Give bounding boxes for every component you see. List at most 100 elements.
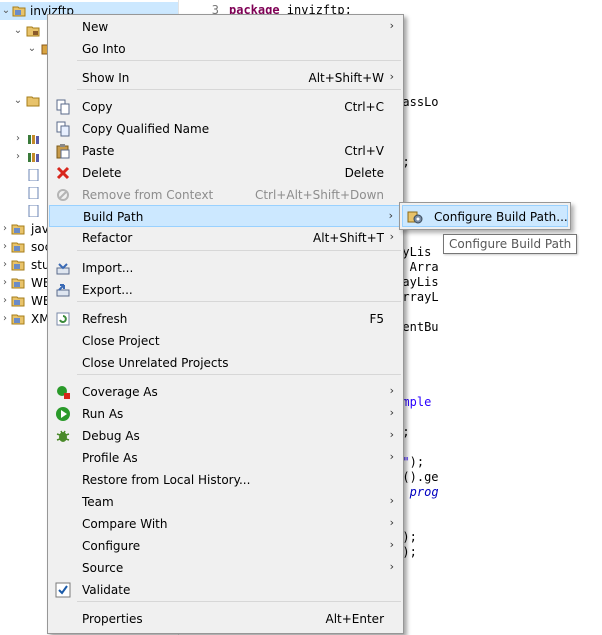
submenu-arrow-icon: › bbox=[389, 70, 394, 83]
menu-separator bbox=[77, 60, 401, 61]
import-icon bbox=[56, 263, 70, 275]
menu-item-label: Delete bbox=[82, 166, 122, 180]
menu-item-compare-with[interactable]: Compare With › bbox=[49, 513, 402, 535]
menu-item-team[interactable]: Team › bbox=[49, 491, 402, 513]
menu-item-source[interactable]: Source › bbox=[49, 557, 402, 579]
submenu-arrow-icon: › bbox=[389, 450, 394, 463]
menu-item-label: Show In bbox=[82, 71, 130, 85]
tooltip: Configure Build Path bbox=[443, 234, 578, 254]
code-token: Arra bbox=[402, 260, 439, 274]
menu-item-label: Coverage As bbox=[82, 385, 158, 399]
submenu-arrow-icon: › bbox=[389, 19, 394, 32]
menu-item-profile-as[interactable]: Profile As › bbox=[49, 447, 402, 469]
project-icon bbox=[11, 260, 25, 271]
menu-item-show-in[interactable]: Show In Alt+Shift+W › bbox=[49, 67, 402, 89]
menu-item-shortcut: Delete bbox=[344, 166, 384, 180]
expand-arrow-icon[interactable]: › bbox=[0, 256, 10, 274]
collapse-arrow-icon[interactable]: ⌄ bbox=[1, 2, 11, 20]
menu-item-label: Copy bbox=[82, 100, 113, 114]
library-icon bbox=[28, 135, 39, 144]
menu-item-shortcut: F5 bbox=[369, 312, 384, 326]
menu-item-restore-from-local-history[interactable]: Restore from Local History... bbox=[49, 469, 402, 491]
menu-item-configure[interactable]: Configure › bbox=[49, 535, 402, 557]
copy-icon bbox=[56, 99, 70, 115]
remove-context-icon bbox=[57, 189, 69, 201]
menu-item-remove-from-context[interactable]: Remove from Context Ctrl+Alt+Shift+Down bbox=[49, 184, 402, 206]
java-project-icon bbox=[12, 6, 26, 17]
menu-item-debug-as[interactable]: Debug As › bbox=[49, 425, 402, 447]
submenu-arrow-icon: › bbox=[389, 560, 394, 573]
delete-icon bbox=[56, 166, 70, 180]
submenu-arrow-icon: › bbox=[389, 538, 394, 551]
configure-build-path-label: Configure Build Path... bbox=[434, 210, 568, 224]
menu-item-shortcut: Ctrl+V bbox=[344, 144, 384, 158]
menu-item-label: Debug As bbox=[82, 429, 140, 443]
menu-item-paste[interactable]: Paste Ctrl+V bbox=[49, 140, 402, 162]
submenu-arrow-icon: › bbox=[389, 406, 394, 419]
project-icon bbox=[11, 278, 25, 289]
build-path-submenu: Configure Build Path... bbox=[399, 202, 571, 230]
context-menu: New › Go Into Show In Alt+Shift+W › Copy Ctrl+C… bbox=[47, 14, 404, 634]
collapse-arrow-icon[interactable]: ⌄ bbox=[13, 22, 23, 40]
menu-item-import[interactable]: Import... bbox=[49, 257, 402, 279]
menu-item-properties[interactable]: Properties Alt+Enter bbox=[49, 608, 402, 630]
menu-item-close-unrelated-projects[interactable]: Close Unrelated Projects bbox=[49, 352, 402, 374]
menu-separator bbox=[77, 250, 401, 251]
file-icon bbox=[28, 187, 39, 199]
expand-arrow-icon[interactable]: › bbox=[13, 148, 23, 166]
menu-item-label: Refactor bbox=[82, 231, 133, 245]
menu-item-run-as[interactable]: Run As › bbox=[49, 403, 402, 425]
menu-item-copy-qualified-name[interactable]: Copy Qualified Name bbox=[49, 118, 402, 140]
collapse-arrow-icon[interactable]: ⌄ bbox=[13, 92, 23, 110]
menu-item-shortcut: Ctrl+Alt+Shift+Down bbox=[254, 188, 384, 202]
expand-arrow-icon[interactable]: › bbox=[0, 220, 10, 238]
menu-item-build-path[interactable]: Build Path › bbox=[49, 205, 402, 227]
expand-arrow-icon[interactable]: › bbox=[0, 310, 10, 328]
menu-item-label: Restore from Local History... bbox=[82, 473, 251, 487]
paste-icon bbox=[56, 144, 70, 159]
menu-item-label: Configure bbox=[82, 539, 141, 553]
project-icon bbox=[11, 242, 25, 253]
collapse-arrow-icon[interactable]: ⌄ bbox=[27, 40, 37, 58]
menu-item-label: Source bbox=[82, 561, 124, 575]
menu-item-export[interactable]: Export... bbox=[49, 279, 402, 301]
run-icon bbox=[56, 407, 70, 421]
menu-item-refresh[interactable]: Refresh F5 bbox=[49, 308, 402, 330]
menu-item-coverage-as[interactable]: Coverage As › bbox=[49, 381, 402, 403]
submenu-arrow-icon: › bbox=[389, 230, 394, 243]
menu-item-close-project[interactable]: Close Project bbox=[49, 330, 402, 352]
menu-item-shortcut: Alt+Shift+W bbox=[308, 71, 385, 85]
project-icon bbox=[11, 224, 25, 235]
menu-item-label: Close Unrelated Projects bbox=[82, 356, 229, 370]
expand-arrow-icon[interactable]: › bbox=[0, 274, 10, 292]
menu-item-label: Import... bbox=[82, 261, 134, 275]
expand-arrow-icon[interactable]: › bbox=[0, 238, 10, 256]
submenu-arrow-icon: › bbox=[388, 209, 393, 222]
menu-item-new[interactable]: New › bbox=[49, 16, 402, 38]
configure-build-path-item[interactable]: Configure Build Path... bbox=[402, 205, 568, 227]
menu-item-shortcut: Alt+Enter bbox=[325, 612, 384, 626]
menu-separator bbox=[77, 89, 401, 90]
code-token: ); bbox=[409, 455, 425, 469]
menu-item-shortcut: Alt+Shift+T bbox=[313, 231, 384, 245]
expand-arrow-icon[interactable]: › bbox=[0, 292, 10, 310]
menu-item-copy[interactable]: Copy Ctrl+C bbox=[49, 96, 402, 118]
menu-item-label: Close Project bbox=[82, 334, 160, 348]
menu-item-label: Remove from Context bbox=[82, 188, 214, 202]
menu-item-go-into[interactable]: Go Into bbox=[49, 38, 402, 60]
coverage-icon bbox=[57, 386, 70, 399]
menu-item-label: Export... bbox=[82, 283, 133, 297]
expand-arrow-icon[interactable]: › bbox=[13, 130, 23, 148]
menu-item-label: Profile As bbox=[82, 451, 138, 465]
copy-qualified-icon bbox=[56, 121, 70, 137]
library-icon bbox=[28, 153, 39, 162]
export-icon bbox=[56, 284, 70, 297]
build-path-icon bbox=[407, 211, 423, 224]
menu-item-delete[interactable]: Delete Delete bbox=[49, 162, 402, 184]
menu-item-refactor[interactable]: Refactor Alt+Shift+T › bbox=[49, 227, 402, 249]
menu-item-validate[interactable]: Validate bbox=[49, 579, 402, 601]
menu-item-label: Paste bbox=[82, 144, 115, 158]
file-icon bbox=[28, 205, 39, 217]
debug-icon bbox=[56, 430, 70, 442]
refresh-icon bbox=[56, 312, 70, 326]
